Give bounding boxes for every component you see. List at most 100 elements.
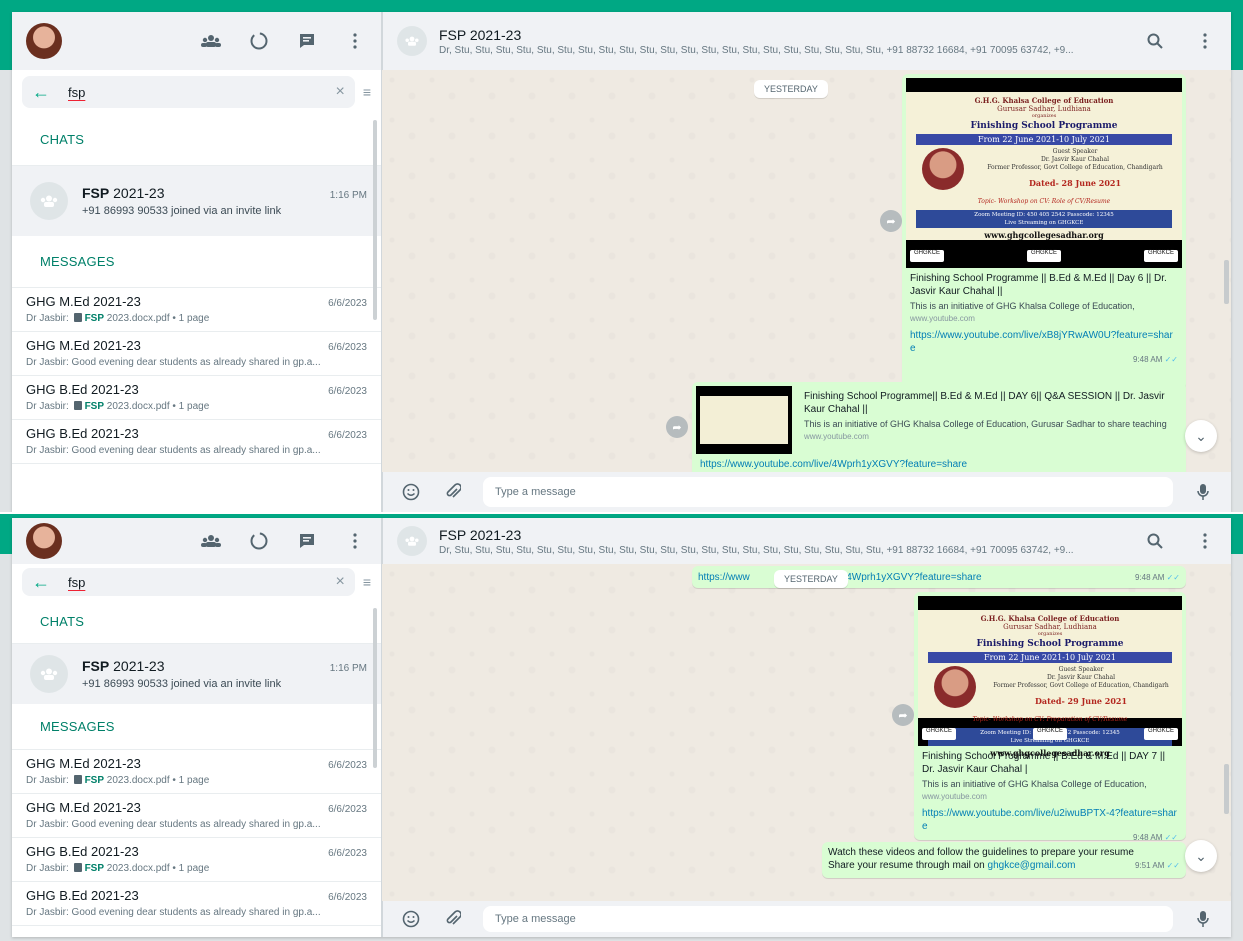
message-result-top: GHG B.Ed 2021-23 6/6/2023: [26, 888, 367, 903]
message-bubble[interactable]: Finishing School Programme|| B.Ed & M.Ed…: [692, 382, 1186, 472]
poster-college: G.H.G. Khalsa College of Education: [974, 96, 1114, 105]
link-thumbnail: [696, 386, 792, 454]
whatsapp-window: ← fsp × ≡ CHATS FSP 2021-23 1:16 PM +91 …: [12, 518, 1231, 937]
menu-icon[interactable]: [343, 529, 367, 553]
message-result[interactable]: GHG M.Ed 2021-23 6/6/2023 Dr Jasbir: FSP 2…: [12, 750, 381, 794]
screenshot-1: ← fsp × ≡ CHATS FSP 2021-23 1:16 PM +91 …: [0, 0, 1243, 512]
message-text-line2: Share your resume through mail on ghgkce…: [828, 859, 1180, 872]
header-icons: [199, 29, 367, 53]
message-time: 9:48 AM ✓✓: [906, 355, 1182, 366]
scroll-down-button[interactable]: ⌄: [1185, 840, 1217, 872]
message-result-title: GHG M.Ed 2021-23: [26, 800, 141, 815]
conversation-header[interactable]: FSP 2021-23 Dr, Stu, Stu, Stu, Stu, Stu,…: [382, 12, 1231, 70]
chat-result-title: FSP 2021-23: [82, 185, 165, 201]
message-result[interactable]: GHG B.Ed 2021-23 6/6/2023 Dr Jasbir: FSP 2…: [12, 838, 381, 882]
snippet-text: Dr Jasbir:: [26, 775, 72, 786]
message-time: 9:51 AM ✓✓: [1135, 859, 1180, 872]
clear-search-icon[interactable]: ×: [335, 573, 344, 591]
message-result-top: GHG M.Ed 2021-23 6/6/2023: [26, 294, 367, 309]
search-query[interactable]: fsp: [68, 85, 317, 100]
search-query[interactable]: fsp: [68, 575, 317, 590]
poster-image[interactable]: G.H.G. Khalsa College of Education Gurusa…: [906, 78, 1182, 268]
back-arrow-icon[interactable]: ←: [32, 82, 50, 103]
attach-icon[interactable]: [441, 907, 465, 931]
message-result[interactable]: GHG B.Ed 2021-23 6/6/2023 Dr Jasbir: Good …: [12, 882, 381, 926]
communities-icon[interactable]: [199, 529, 223, 553]
email-link[interactable]: ghgkce@gmail.com: [988, 860, 1076, 871]
message-result-snippet: Dr Jasbir: FSP 2023.docx.pdf • 1 page: [26, 775, 367, 786]
whatsapp-window: ← fsp × ≡ CHATS FSP 2021-23 1:16 PM +91 …: [12, 12, 1231, 512]
filter-icon[interactable]: ≡: [363, 84, 371, 100]
message-result[interactable]: GHG M.Ed 2021-23 6/6/2023 Dr Jasbir: Good …: [12, 794, 381, 838]
emoji-icon[interactable]: [399, 907, 423, 931]
status-icon[interactable]: [247, 529, 271, 553]
scroll-down-button[interactable]: ⌄: [1185, 420, 1217, 452]
filter-icon[interactable]: ≡: [363, 574, 371, 590]
new-chat-icon[interactable]: [295, 529, 319, 553]
message-result-title: GHG M.Ed 2021-23: [26, 338, 141, 353]
link-preview-host: www.youtube.com: [910, 314, 975, 323]
menu-icon[interactable]: [1193, 529, 1217, 553]
message-bubble[interactable]: G.H.G. Khalsa College of Education Gurusa…: [914, 592, 1186, 842]
group-avatar-icon[interactable]: [397, 26, 427, 56]
forward-icon[interactable]: ➦: [892, 704, 914, 726]
search-icon[interactable]: [1143, 529, 1167, 553]
message-time-text: 9:48 AM: [1135, 572, 1165, 582]
poster-image[interactable]: G.H.G. Khalsa College of Education Gurusa…: [918, 596, 1182, 758]
snippet-text: Dr Jasbir:: [26, 313, 72, 324]
pane-scrollbar[interactable]: [1224, 260, 1229, 304]
message-result-title: GHG B.Ed 2021-23: [26, 844, 139, 859]
message-result-snippet: Dr Jasbir: Good evening dear students as…: [26, 819, 367, 830]
pane-scrollbar[interactable]: [1224, 764, 1229, 814]
emoji-icon[interactable]: [399, 480, 423, 504]
message-input[interactable]: Type a message: [483, 477, 1173, 507]
search-input[interactable]: ← fsp ×: [22, 76, 355, 108]
message-result[interactable]: GHG M.Ed 2021-23 6/6/2023 Dr Jasbir: Good …: [12, 332, 381, 376]
conversation-actions: [1143, 29, 1217, 53]
date-chip: YESTERDAY: [754, 80, 828, 98]
chat-result[interactable]: FSP 2021-23 1:16 PM +91 86993 90533 join…: [12, 644, 381, 704]
attach-icon[interactable]: [441, 480, 465, 504]
chat-result[interactable]: FSP 2021-23 1:16 PM +91 86993 90533 join…: [12, 166, 381, 236]
group-avatar-icon[interactable]: [397, 526, 427, 556]
message-link[interactable]: https://www.youtube.com/live/4Wprh1yXGVY…: [696, 454, 1182, 471]
snippet-text: Dr Jasbir: Good evening dear students as…: [26, 445, 321, 456]
message-result[interactable]: GHG B.Ed 2021-23 6/6/2023 Dr Jasbir: Good …: [12, 420, 381, 464]
communities-icon[interactable]: [199, 29, 223, 53]
back-arrow-icon[interactable]: ←: [32, 572, 50, 593]
sidebar-scrollbar[interactable]: [373, 608, 377, 768]
clear-search-icon[interactable]: ×: [335, 83, 344, 101]
message-bubble[interactable]: https://www/live/4Wprh1yXGVY?feature=sha…: [692, 566, 1186, 588]
message-result-date: 6/6/2023: [328, 430, 367, 441]
poster-zoom-info: Zoom Meeting ID: 450 405 2542 Passcode: …: [916, 210, 1172, 228]
forward-icon[interactable]: ➦: [666, 416, 688, 438]
message-result[interactable]: GHG B.Ed 2021-23 6/6/2023 Dr Jasbir: FSP 2…: [12, 376, 381, 420]
chat-result-top: FSP 2021-23 1:16 PM: [82, 658, 367, 674]
avatar[interactable]: [26, 523, 62, 559]
snippet-rest: 2023.docx.pdf • 1 page: [104, 313, 210, 324]
menu-icon[interactable]: [343, 29, 367, 53]
group-avatar-icon: [30, 182, 68, 220]
message-bubble[interactable]: G.H.G. Khalsa College of Education Gurusa…: [902, 74, 1186, 390]
message-result-title: GHG B.Ed 2021-23: [26, 382, 139, 397]
message-link[interactable]: https://www.youtube.com/live/xB8jYRwAW0U…: [906, 323, 1182, 355]
conversation-header[interactable]: FSP 2021-23 Dr, Stu, Stu, Stu, Stu, Stu,…: [382, 518, 1231, 564]
message-input[interactable]: Type a message: [483, 906, 1173, 932]
status-icon[interactable]: [247, 29, 271, 53]
search-icon[interactable]: [1143, 29, 1167, 53]
search-input[interactable]: ← fsp ×: [22, 568, 355, 596]
new-chat-icon[interactable]: [295, 29, 319, 53]
message-result-snippet: Dr Jasbir: Good evening dear students as…: [26, 445, 367, 456]
link-preview[interactable]: Finishing School Programme|| B.Ed & M.Ed…: [696, 386, 1182, 454]
avatar[interactable]: [26, 23, 62, 59]
message-result[interactable]: GHG M.Ed 2021-23 6/6/2023 Dr Jasbir: FSP 2…: [12, 288, 381, 332]
message-link[interactable]: https://www.youtube.com/live/u2iwuBPTX-4…: [918, 801, 1182, 833]
sidebar-scrollbar[interactable]: [373, 120, 377, 320]
menu-icon[interactable]: [1193, 29, 1217, 53]
facebook-handle: GHGKCE: [910, 250, 945, 262]
microphone-icon[interactable]: [1191, 480, 1215, 504]
forward-icon[interactable]: ➦: [880, 210, 902, 232]
message-result-date: 6/6/2023: [328, 342, 367, 353]
message-bubble[interactable]: Watch these videos and follow the guidel…: [822, 842, 1186, 878]
microphone-icon[interactable]: [1191, 907, 1215, 931]
